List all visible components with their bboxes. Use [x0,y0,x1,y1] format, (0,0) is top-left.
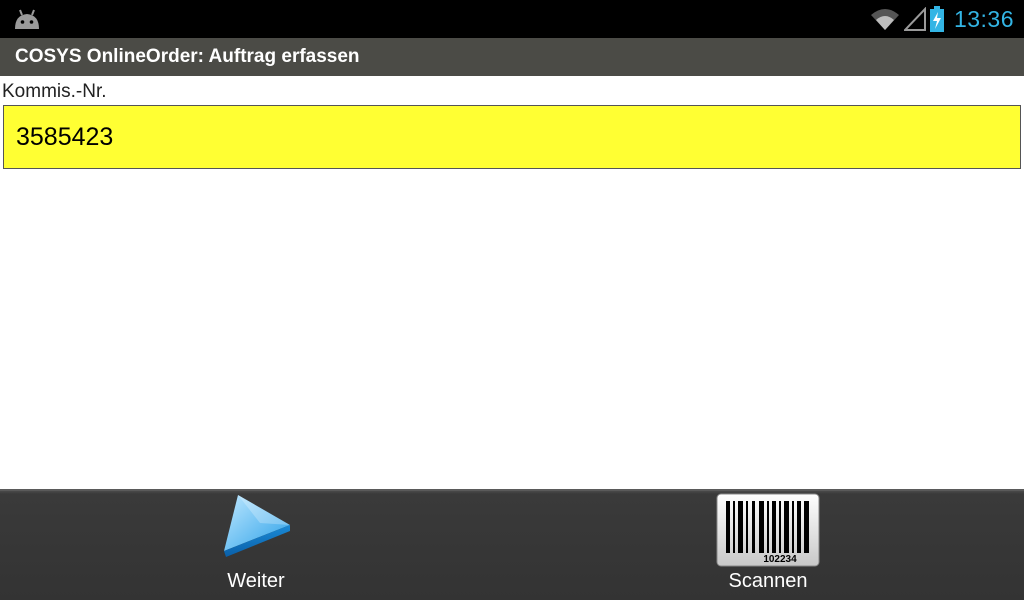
android-icon [15,9,39,29]
weiter-label: Weiter [227,570,285,592]
battery-charging-icon [929,6,944,32]
bottom-action-bar: Weiter 102234 Scannen [0,489,1024,600]
barcode-number: 102234 [763,554,797,565]
weiter-button[interactable]: Weiter [0,491,512,600]
clock: 13:36 [953,5,1014,32]
kommis-nr-label: Kommis.-Nr. [2,81,107,102]
play-arrow-icon [224,495,290,557]
wifi-icon [870,9,899,30]
status-icons: 13:36 [870,0,1014,38]
scannen-button[interactable]: 102234 Scannen [512,491,1024,600]
app-title: COSYS OnlineOrder: Auftrag erfassen [15,46,360,67]
barcode-icon: 102234 [716,493,820,567]
kommis-nr-input[interactable] [3,105,1021,169]
signal-icon [903,7,926,31]
status-bar: 13:36 [0,0,1024,38]
title-bar: COSYS OnlineOrder: Auftrag erfassen [0,38,1024,76]
scannen-label: Scannen [728,570,808,592]
